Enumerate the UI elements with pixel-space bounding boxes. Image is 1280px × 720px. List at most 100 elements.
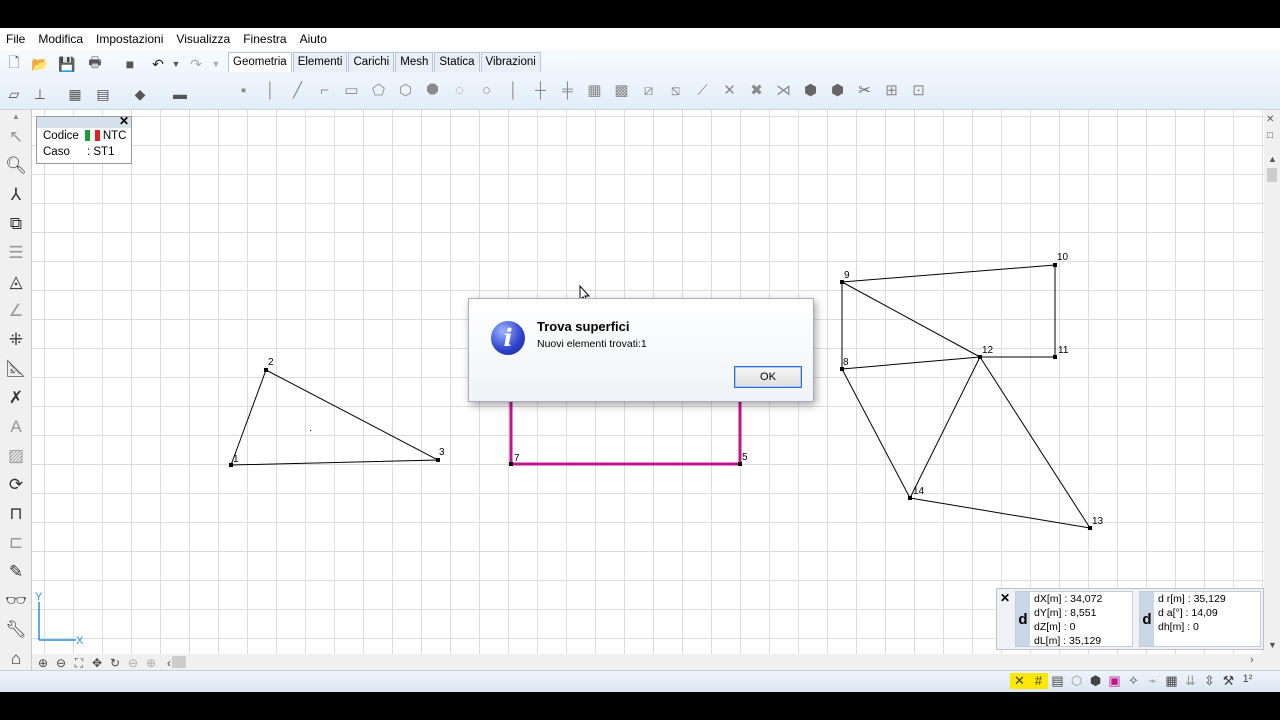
zoom-next-icon[interactable]: ⊕ xyxy=(142,656,160,671)
menu-impostazioni[interactable]: Impostazioni xyxy=(96,32,163,46)
tab-statica[interactable]: Statica xyxy=(434,52,480,72)
scroll-up-icon[interactable]: ▲ xyxy=(0,110,32,122)
snap-grid-icon[interactable]: # xyxy=(1029,673,1048,689)
layers-icon[interactable]: ▱ xyxy=(4,84,24,104)
print-icon[interactable]: 🖶 xyxy=(85,54,105,74)
snap-tool-icon[interactable]: ⚒ xyxy=(1219,673,1238,689)
node-14[interactable] xyxy=(908,496,912,500)
node-icon[interactable]: ◬ xyxy=(0,267,32,296)
split-icon[interactable]: ┼ xyxy=(527,78,554,102)
close-icon[interactable]: ✕ xyxy=(1000,591,1010,605)
restore-view-icon[interactable]: □ xyxy=(1267,130,1273,141)
ruler-icon[interactable]: 📐︎ xyxy=(0,354,32,383)
scroll-right-arrow-icon[interactable]: › xyxy=(1250,654,1254,666)
edge-8-12[interactable] xyxy=(841,356,981,370)
menu-visualizza[interactable]: Visualizza xyxy=(176,32,230,46)
zoom-icon[interactable]: 🔍︎ xyxy=(0,151,32,180)
close-icon[interactable]: ✕ xyxy=(119,114,129,128)
rectangle-icon[interactable]: ▭ xyxy=(338,78,365,102)
tab-vibrazioni[interactable]: Vibrazioni xyxy=(480,52,541,72)
hexagon-icon[interactable]: ⬡ xyxy=(392,78,419,102)
rotate-icon[interactable]: ⟳ xyxy=(0,470,32,499)
tab-mesh[interactable]: Mesh xyxy=(395,52,434,72)
polygon-icon[interactable]: ⬠ xyxy=(365,78,392,102)
snap-select-icon[interactable]: ▣ xyxy=(1105,673,1124,689)
ok-button[interactable]: OK xyxy=(734,366,802,388)
snap-layer-icon[interactable]: ▤ xyxy=(1048,673,1067,689)
tab-elementi[interactable]: Elementi xyxy=(292,52,348,72)
hatch-icon[interactable]: ▨ xyxy=(0,441,32,470)
report-icon[interactable]: ▤ xyxy=(93,84,113,104)
circle-icon[interactable]: ○ xyxy=(473,78,500,102)
triangle-shape[interactable] xyxy=(230,369,440,466)
node-10[interactable] xyxy=(1053,263,1057,267)
node-11[interactable] xyxy=(1053,355,1057,359)
level-icon[interactable]: ⊥ xyxy=(30,84,50,104)
node-2[interactable] xyxy=(264,368,268,372)
export-icon[interactable]: ■ xyxy=(120,54,140,74)
snap-edge-icon[interactable]: ⌁ xyxy=(1143,673,1162,689)
snap-surface-icon[interactable]: ⬢ xyxy=(1086,673,1105,689)
line-icon[interactable]: ╱ xyxy=(284,78,311,102)
undo-dropdown-icon[interactable]: ▼ xyxy=(166,54,186,74)
zoom-out-icon[interactable]: ⊖ xyxy=(52,656,70,671)
snap-cross-icon[interactable]: ✕ xyxy=(1010,673,1029,689)
node-7[interactable] xyxy=(509,462,513,466)
octagon-icon[interactable]: ⯃ xyxy=(419,78,446,102)
scroll-left-arrow-icon[interactable]: ‹ xyxy=(160,656,178,671)
snap-down-icon[interactable]: ⇊ xyxy=(1181,673,1200,689)
solid-cut-icon[interactable]: ✂ xyxy=(851,78,878,102)
mesh-icon[interactable]: ▩ xyxy=(608,78,635,102)
node-grid-icon[interactable]: ⁜ xyxy=(0,325,32,354)
edge-9-12[interactable] xyxy=(841,281,981,358)
grid-check-icon[interactable]: ⊞ xyxy=(878,78,905,102)
material-icon[interactable]: ◆ xyxy=(130,84,150,104)
tools-icon[interactable]: ✗ xyxy=(0,383,32,412)
skew-mesh-icon[interactable]: ⧅ xyxy=(662,78,689,102)
scroll-down-arrow-icon[interactable]: ▼ xyxy=(1268,640,1277,650)
menu-file[interactable]: File xyxy=(6,32,25,46)
scroll-thumb[interactable] xyxy=(1267,168,1277,182)
edge-14-13[interactable] xyxy=(909,497,1091,529)
edge-8-14[interactable] xyxy=(841,368,911,499)
skew-grid-icon[interactable]: ⧄ xyxy=(635,78,662,102)
close-view-icon[interactable]: ✕ xyxy=(1266,114,1274,125)
zoom-extents-icon[interactable]: ⛶ xyxy=(70,656,88,671)
grid-frame-icon[interactable]: ⊡ xyxy=(905,78,932,102)
rotate-view-icon[interactable]: ↻ xyxy=(106,656,124,671)
axes-icon[interactable]: ⅄ xyxy=(0,180,32,209)
edge-12-13[interactable] xyxy=(979,356,1091,529)
intersect-icon[interactable]: ╪ xyxy=(554,78,581,102)
vertical-scrollbar[interactable]: ✕ □ ▲ ▼ xyxy=(1264,110,1280,654)
open-folder-icon[interactable]: 📂 xyxy=(30,54,50,74)
home-icon[interactable]: ⌂ xyxy=(0,644,32,673)
horizontal-scrollbar[interactable]: › xyxy=(32,654,1264,670)
table-icon[interactable]: ▦ xyxy=(65,84,85,104)
snap-numbering[interactable]: 1² xyxy=(1238,673,1257,689)
solid-icon[interactable]: ⬢ xyxy=(797,78,824,102)
trim-icon[interactable]: ⋊ xyxy=(770,78,797,102)
new-file-icon[interactable]: 🗋 xyxy=(4,54,24,74)
angle-icon[interactable]: ∠ xyxy=(0,296,32,325)
pen-icon[interactable]: ✎ xyxy=(0,557,32,586)
solid-edit-icon[interactable]: ⬢ xyxy=(824,78,851,102)
polyline-icon[interactable]: ⌐ xyxy=(311,78,338,102)
snap-3d-icon[interactable]: ⬡ xyxy=(1067,673,1086,689)
tab-carichi[interactable]: Carichi xyxy=(348,52,395,72)
node-3[interactable] xyxy=(436,458,440,462)
wrench-icon[interactable]: 🔧︎ xyxy=(0,615,32,644)
menu-finestra[interactable]: Finestra xyxy=(243,32,286,46)
point-icon[interactable]: ▪ xyxy=(230,78,257,102)
menu-aiuto[interactable]: Aiuto xyxy=(300,32,327,46)
bracket-icon[interactable]: ⊓ xyxy=(0,499,32,528)
measure-line-icon[interactable]: ⟋ xyxy=(689,78,716,102)
grid-icon[interactable]: ▦ xyxy=(581,78,608,102)
tab-geometria[interactable]: Geometria xyxy=(228,52,292,72)
glasses-icon[interactable]: 👓︎ xyxy=(0,586,32,615)
cursor-icon[interactable]: ↖ xyxy=(0,122,32,151)
redo-icon[interactable]: ↷ xyxy=(186,54,206,74)
selected-surface[interactable] xyxy=(509,400,742,466)
snap-table-icon[interactable]: ▦ xyxy=(1162,673,1181,689)
edge-9-10[interactable] xyxy=(841,264,1056,283)
scroll-up-arrow-icon[interactable]: ▲ xyxy=(1268,154,1277,164)
